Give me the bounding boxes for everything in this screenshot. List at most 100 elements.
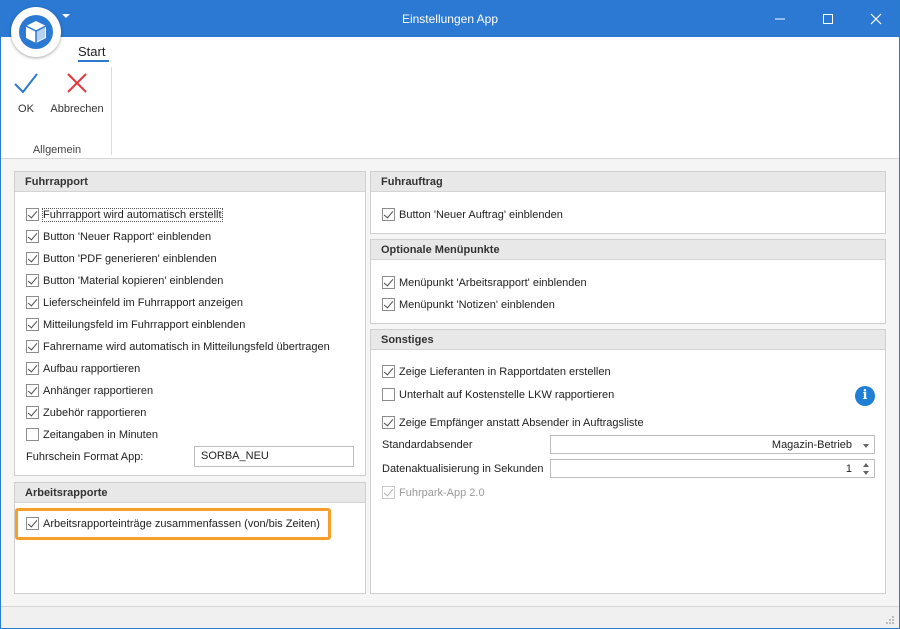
cancel-button-label: Abbrechen [50, 103, 104, 115]
checkbox-label: Mitteilungsfeld im Fuhrrapport einblende… [43, 318, 246, 331]
highlight-box [15, 508, 331, 540]
resize-grip-icon[interactable] [885, 615, 895, 625]
checkbox [382, 486, 395, 499]
cancel-button[interactable]: Abbrechen [49, 71, 105, 115]
checkbox[interactable] [382, 416, 395, 429]
checkbox[interactable] [26, 252, 39, 265]
checkbox[interactable] [382, 365, 395, 378]
checkbox-row[interactable]: Zeige Empfänger anstatt Absender in Auft… [382, 415, 644, 430]
ribbon-group-separator [111, 67, 112, 155]
checkbox[interactable] [26, 406, 39, 419]
standardabsender-select[interactable]: Magazin-Betrieb [550, 435, 875, 454]
maximize-button[interactable] [805, 1, 851, 37]
checkbox-row-disabled: Fuhrpark-App 2.0 [382, 485, 485, 500]
checkbox-row[interactable]: Mitteilungsfeld im Fuhrrapport einblende… [26, 317, 245, 332]
checkbox-row[interactable]: Zeige Lieferanten in Rapportdaten erstel… [382, 364, 611, 379]
checkbox-row[interactable]: Menüpunkt 'Arbeitsrapport' einblenden [382, 275, 587, 290]
checkbox[interactable] [26, 428, 39, 441]
checkbox[interactable] [26, 274, 39, 287]
ok-button[interactable]: OK [11, 71, 41, 115]
checkbox-label: Zeitangaben in Minuten [43, 428, 158, 441]
checkbox-label: Lieferscheinfeld im Fuhrrapport anzeigen [43, 296, 243, 309]
checkbox-label: Zubehör rapportieren [43, 406, 147, 419]
panel-sonstiges: Sonstiges Zeige Lieferanten in Rapportda… [370, 329, 886, 594]
checkbox-row[interactable]: Button 'Neuer Auftrag' einblenden [382, 207, 563, 222]
panel-title: Arbeitsrapporte [15, 483, 365, 503]
checkbox[interactable] [26, 384, 39, 397]
checkbox-label: Button 'PDF generieren' einblenden [43, 252, 217, 265]
panel-optionale-menuepunkte: Optionale Menüpunkte Menüpunkt 'Arbeitsr… [370, 239, 886, 324]
checkbox-row[interactable]: Aufbau rapportieren [26, 361, 140, 376]
panel-title: Fuhrrapport [15, 172, 365, 192]
checkbox-label: Zeige Empfänger anstatt Absender in Auft… [399, 416, 644, 429]
checkbox-row[interactable]: Anhänger rapportieren [26, 383, 153, 398]
check-icon [14, 73, 38, 94]
checkbox[interactable] [26, 208, 39, 221]
panel-title: Fuhrauftrag [371, 172, 885, 192]
panel-title: Sonstiges [371, 330, 885, 350]
checkbox-row[interactable]: Button 'PDF generieren' einblenden [26, 251, 217, 266]
datenaktualisierung-spinner[interactable]: 1 [550, 459, 875, 478]
format-label: Fuhrschein Format App: [26, 451, 144, 463]
checkbox[interactable] [26, 230, 39, 243]
panel-fuhrauftrag: Fuhrauftrag Button 'Neuer Auftrag' einbl… [370, 171, 886, 234]
checkbox-row[interactable]: Button 'Material kopieren' einblenden [26, 273, 223, 288]
standardabsender-label: Standardabsender [382, 439, 473, 451]
datenaktualisierung-label: Datenaktualisierung in Sekunden [382, 463, 544, 475]
checkbox[interactable] [26, 318, 39, 331]
checkbox-row[interactable]: Fuhrrapport wird automatisch erstellt [26, 207, 223, 222]
settings-window: Einstellungen App Start OK Abbrechen All… [0, 0, 900, 629]
datenaktualisierung-value: 1 [845, 463, 852, 475]
cube-logo-icon [19, 15, 53, 49]
panel-fuhrrapport: Fuhrrapport Fuhrrapport wird automatisch… [14, 171, 366, 476]
chevron-down-icon[interactable] [863, 444, 869, 448]
cancel-x-icon [67, 73, 87, 93]
checkbox-row[interactable]: Menüpunkt 'Notizen' einblenden [382, 297, 555, 312]
checkbox-label: Unterhalt auf Kostenstelle LKW rapportie… [399, 388, 615, 401]
checkbox[interactable] [382, 388, 395, 401]
checkbox-label: Button 'Neuer Rapport' einblenden [43, 230, 212, 243]
close-button[interactable] [853, 1, 899, 37]
checkbox-row[interactable]: Fahrername wird automatisch in Mitteilun… [26, 339, 330, 354]
checkbox-label: Zeige Lieferanten in Rapportdaten erstel… [399, 365, 611, 378]
checkbox-label: Fuhrrapport wird automatisch erstellt [42, 207, 223, 222]
status-bar [1, 606, 899, 628]
checkbox-label: Anhänger rapportieren [43, 384, 154, 397]
app-logo[interactable] [11, 7, 61, 57]
checkbox-label: Fahrername wird automatisch in Mitteilun… [43, 340, 330, 353]
checkbox[interactable] [382, 276, 395, 289]
checkbox-row[interactable]: Zubehör rapportieren [26, 405, 146, 420]
checkbox-row[interactable]: Lieferscheinfeld im Fuhrrapport anzeigen [26, 295, 243, 310]
checkbox-label: Menüpunkt 'Notizen' einblenden [399, 298, 555, 311]
checkbox[interactable] [382, 298, 395, 311]
ribbon-tabs: Start [1, 37, 899, 63]
spin-up-icon[interactable] [863, 463, 869, 467]
ribbon: OK Abbrechen Allgemein [1, 63, 899, 159]
maximize-icon [823, 14, 833, 24]
close-icon [870, 13, 882, 25]
minimize-button[interactable] [757, 1, 803, 37]
ribbon-group-label: Allgemein [32, 144, 82, 156]
spin-down-icon[interactable] [863, 471, 869, 475]
checkbox-label: Aufbau rapportieren [43, 362, 141, 375]
checkbox[interactable] [26, 362, 39, 375]
format-input[interactable]: SORBA_NEU [194, 446, 354, 467]
checkbox-row[interactable]: Button 'Neuer Rapport' einblenden [26, 229, 211, 244]
checkbox-row[interactable]: Zeitangaben in Minuten [26, 427, 158, 442]
title-bar: Einstellungen App [1, 1, 899, 37]
standardabsender-value: Magazin-Betrieb [771, 439, 852, 451]
checkbox-label: Fuhrpark-App 2.0 [399, 486, 485, 499]
info-icon[interactable]: i [855, 386, 875, 406]
tab-start-indicator [78, 60, 109, 62]
checkbox[interactable] [382, 208, 395, 221]
ok-button-label: OK [18, 103, 34, 115]
checkbox[interactable] [26, 296, 39, 309]
checkbox-label: Button 'Material kopieren' einblenden [43, 274, 224, 287]
tab-start[interactable]: Start [78, 44, 105, 59]
checkbox[interactable] [26, 340, 39, 353]
minimize-icon [775, 18, 785, 20]
panel-title: Optionale Menüpunkte [371, 240, 885, 260]
checkbox-label: Button 'Neuer Auftrag' einblenden [399, 208, 563, 221]
checkbox-label: Menüpunkt 'Arbeitsrapport' einblenden [399, 276, 587, 289]
checkbox-row[interactable]: Unterhalt auf Kostenstelle LKW rapportie… [382, 387, 614, 402]
